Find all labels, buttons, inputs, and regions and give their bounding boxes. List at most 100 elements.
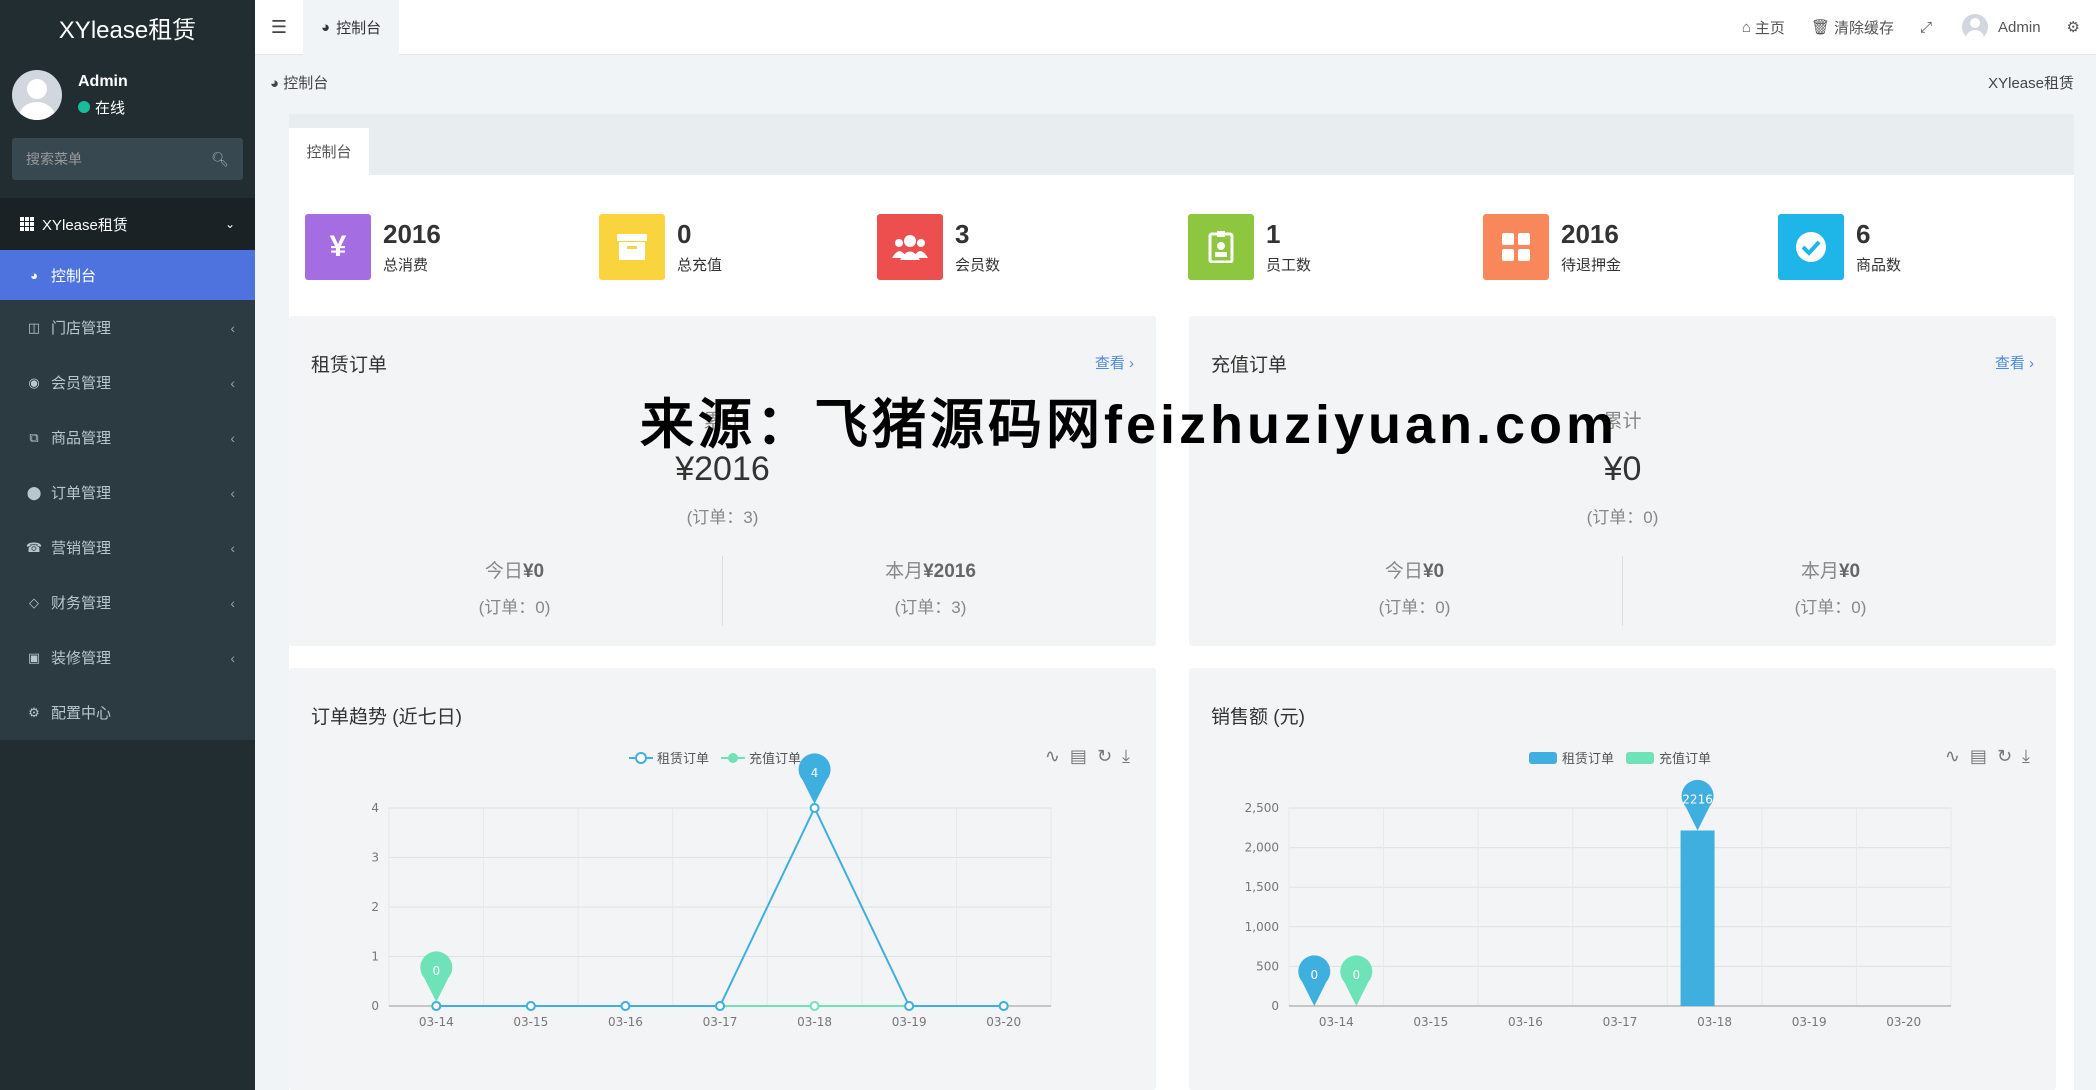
grid-icon [1483,214,1549,280]
data-point [904,1001,915,1011]
badge-icon [1188,214,1254,280]
x-tick-label: 03-20 [1886,1015,1921,1029]
sidebar-item-label: 财务管理 [51,595,112,612]
user-name: Admin [78,72,128,90]
gears-icon: ⚙ [2066,19,2080,36]
grid-icon [20,217,34,231]
stat-value: 3 [955,219,970,249]
y-tick-label: 1,500 [1245,880,1279,894]
home-label: 主页 [1754,19,1785,37]
x-tick-label: 03-20 [986,1015,1021,1029]
user-status-label: 在线 [95,99,126,117]
dashboard-icon: ◕ [270,75,280,92]
stat-value: 2016 [383,219,441,249]
sidebar-item-label: 会员管理 [51,375,112,392]
panel-tab-dashboard[interactable]: 控制台 [289,128,369,175]
columns-icon: ◫ [27,319,41,335]
y-tick-label: 4 [371,801,379,815]
sidebar-item-label: 门店管理 [51,320,112,337]
value-pin-label: 4 [811,766,819,780]
search-icon[interactable]: 🔍︎ [211,151,229,168]
settings-button[interactable]: ⚙ [2067,18,2084,36]
yen-icon: ¥ [305,214,371,280]
menu-toggle-icon[interactable]: ☰ [255,0,303,55]
sidebar-item-dashboard[interactable]: ◕ 控制台 [0,250,255,300]
x-tick-label: 03-16 [608,1015,643,1029]
circle-icon: ⬤ [26,484,42,500]
x-tick-label: 03-14 [1319,1015,1354,1029]
stat-products: 6 商品数 [1778,214,1901,280]
chevron-left-icon: ‹ [230,484,235,501]
user-menu[interactable]: Admin [1962,14,2041,40]
fullscreen-button[interactable]: ⤢ [1920,19,1936,36]
chevron-left-icon: ‹ [230,429,235,446]
user-menu-label: Admin [1998,18,2041,36]
menu-group-header[interactable]: XYlease租赁 ⌄ [0,198,255,250]
data-point [715,1001,725,1011]
topbar: ☰ ◕ 控制台 ⌂ 主页 🗑︎ 清除缓存 ⤢ Admin ⚙ [255,0,2096,55]
x-tick-label: 03-18 [797,1015,832,1029]
order-trend-chart: 0 1 2 3 4 03-14 03-15 03-16 03-17 03-18 03-19 03-20… [371,753,1052,1029]
today-orders: (订单：0) [478,598,551,617]
stat-total-recharge: 0 总充值 [599,214,722,280]
y-tick-label: 2,000 [1245,841,1279,855]
menu-search-input[interactable]: 搜索菜单 🔍︎ [12,138,243,180]
y-tick-label: 0 [371,999,379,1013]
order-trend-card: 订单趋势 (近七日) 租赁订单 充值订单 ∿ ▤ ↻ ⤓ 0 1 2 3 4 03-14 0… [289,668,1156,1090]
sidebar-item-marketing[interactable]: ☎ 营销管理 ‹ [0,520,255,575]
trash-icon: 🗑︎ [1810,19,1830,36]
data-point [809,803,820,813]
month-orders: (订单：3) [894,598,967,617]
sidebar-menu: XYlease租赁 ⌄ ◕ 控制台 ◫ 门店管理 ‹ ◉ 会员管理 ‹ ⧉ 商品… [0,198,255,740]
today-value: ¥0 [522,561,545,582]
sidebar-item-label: 商品管理 [51,430,112,447]
month-orders: (订单：0) [1794,598,1867,617]
sidebar-item-label: 营销管理 [51,540,112,557]
sidebar-item-members[interactable]: ◉ 会员管理 ‹ [0,355,255,410]
bar [1680,830,1715,1006]
sidebar-item-config[interactable]: ⚙ 配置中心 [0,685,255,740]
view-lease-link[interactable]: 查看 › [1095,352,1134,373]
chevron-left-icon: ‹ [230,594,235,611]
sidebar-item-finance[interactable]: ◇ 财务管理 ‹ [0,575,255,630]
data-point [998,1001,1009,1011]
lease-orders-card: 租赁订单 查看 › 累计 ¥2016 (订单：3) 今日¥0 (订单：0) 本月… [289,316,1156,646]
x-tick-label: 03-18 [1697,1015,1732,1029]
stat-members: 3 会员数 [877,214,1000,280]
clear-cache-button[interactable]: 🗑︎ 清除缓存 [1811,17,1894,38]
value-pin-label: 0 [432,964,440,978]
stat-total-spend: ¥ 2016 总消费 [305,214,441,280]
sidebar-item-decoration[interactable]: ▣ 装修管理 ‹ [0,630,255,685]
camera-icon: ▣ [27,649,41,665]
user-status: 在线 [78,97,128,118]
user-circle-icon: ◉ [28,374,40,390]
view-recharge-link[interactable]: 查看 › [1995,352,2034,373]
x-tick-label: 03-14 [419,1015,454,1029]
y-tick-label: 1 [371,950,379,964]
sidebar-item-products[interactable]: ⧉ 商品管理 ‹ [0,410,255,465]
stat-value: 6 [1856,219,1871,249]
data-point [525,1001,536,1011]
expand-icon: ⤢ [1920,18,1933,36]
month-summary: 本月¥0 (订单：0) [1622,556,2038,626]
month-summary: 本月¥2016 (订单：3) [722,556,1138,626]
breadcrumb-current[interactable]: 控制台 [283,75,328,92]
clear-cache-label: 清除缓存 [1833,19,1894,37]
y-tick-label: 0 [1271,999,1279,1013]
tab-dashboard[interactable]: ◕ 控制台 [303,0,400,55]
data-point [431,1001,442,1011]
sidebar-item-stores[interactable]: ◫ 门店管理 ‹ [0,300,255,355]
home-link[interactable]: ⌂ 主页 [1742,17,1785,38]
sidebar-item-label: 配置中心 [51,705,112,722]
app-logo[interactable]: XYlease租赁 [0,0,255,55]
chevron-left-icon: ‹ [230,649,235,666]
sidebar-item-orders[interactable]: ⬤ 订单管理 ‹ [0,465,255,520]
month-value: ¥0 [1838,561,1861,582]
sidebar-item-label: 控制台 [51,267,97,285]
stat-staff: 1 员工数 [1188,214,1311,280]
today-label: 今日 [484,561,523,582]
value-pin-label: 0 [1352,968,1360,982]
x-tick-label: 03-16 [1508,1015,1543,1029]
today-orders: (订单：0) [1378,598,1451,617]
sales-chart: 0 500 1,000 1,500 2,000 2,500 03-14 03-15 03-16 0… [1245,779,1952,1029]
